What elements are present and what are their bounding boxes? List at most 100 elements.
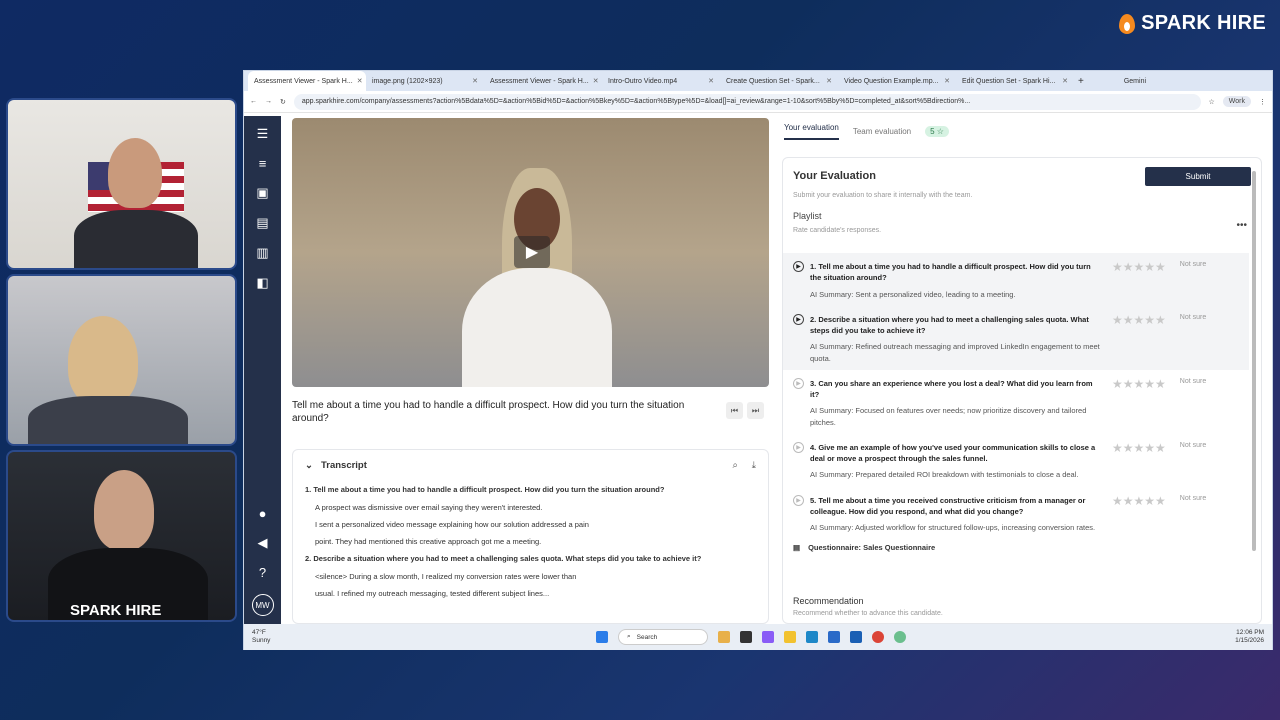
announcements-icon[interactable]: ◀ (258, 535, 268, 551)
participant-tile-1 (6, 98, 237, 270)
task-view-icon[interactable] (740, 631, 752, 643)
participant-body (74, 210, 198, 268)
next-icon[interactable]: ⏭ (747, 402, 764, 419)
star-rating[interactable]: ★★★★★ (1112, 260, 1166, 274)
search-icon[interactable]: ⌕ (732, 460, 737, 471)
edge-icon[interactable] (806, 631, 818, 643)
close-icon[interactable]: ✕ (944, 77, 950, 85)
playlist-item[interactable]: ▶ 3. Can you share an experience where y… (783, 370, 1249, 434)
not-sure-option[interactable]: Not sure (1180, 378, 1206, 428)
browser-tab[interactable]: image.png (1202×923) ✕ (366, 71, 484, 91)
hamburger-icon[interactable]: ☰ (257, 126, 269, 142)
outlook-icon[interactable] (850, 631, 862, 643)
transcript-line: I sent a personalized video message expl… (315, 520, 589, 529)
reload-icon[interactable]: ↻ (280, 98, 286, 106)
copilot-icon[interactable] (762, 631, 774, 643)
url-input[interactable]: app.sparkhire.com/company/assessments?ac… (293, 93, 1201, 110)
help-icon[interactable]: ? (259, 565, 266, 580)
participant-head (108, 138, 162, 208)
chrome-icon[interactable] (872, 631, 884, 643)
taskbar-search[interactable]: ⌕ Search (618, 629, 708, 645)
menu-icon[interactable]: ⋮ (1259, 98, 1266, 106)
windows-start-icon[interactable] (596, 631, 608, 643)
clock[interactable]: 12:06 PM 1/15/2026 (1235, 629, 1264, 645)
previous-icon[interactable]: ⏮ (726, 402, 743, 419)
not-sure-option[interactable]: Not sure (1180, 314, 1206, 364)
forward-icon[interactable]: → (265, 98, 272, 105)
new-tab-icon[interactable]: + (1078, 76, 1084, 87)
weather-widget[interactable]: 47°F Sunny (252, 629, 270, 645)
close-icon[interactable]: ✕ (593, 77, 599, 85)
transcript-title: Transcript (320, 460, 367, 471)
file-explorer-icon[interactable] (784, 631, 796, 643)
playlist-subtitle: Rate candidate's responses. (793, 227, 882, 234)
shirt-logo: SPARK HIRE (70, 602, 162, 619)
back-icon[interactable]: ← (250, 98, 257, 105)
document-icon: ▤ (793, 543, 801, 553)
participant-head (94, 470, 154, 550)
more-options-icon[interactable]: ••• (1236, 220, 1247, 231)
participant-head (68, 316, 138, 406)
participant-tile-2 (6, 274, 237, 446)
play-icon[interactable]: ▶ (793, 441, 804, 453)
chevron-down-icon[interactable]: ⌄ (305, 460, 313, 471)
question-nav: ⏮ ⏭ (726, 402, 764, 419)
participant-tile-3: SPARK HIRE (6, 450, 237, 622)
video-player[interactable]: ▶ (292, 118, 769, 387)
app-icon[interactable] (894, 631, 906, 643)
close-icon[interactable]: ✕ (826, 77, 832, 85)
browser-tab[interactable]: Intro-Outro Video.mp4 ✕ (602, 71, 720, 91)
browser-tab[interactable]: Edit Question Set - Spark Hi... ✕ (956, 71, 1074, 91)
browser-tab[interactable]: Assessment Viewer - Spark H... ✕ (484, 71, 602, 91)
close-icon[interactable]: ✕ (708, 77, 714, 85)
profile-button[interactable]: Work (1222, 96, 1251, 107)
transcript-header[interactable]: ⌄ Transcript ⌕ ⤓ (305, 460, 756, 471)
star-rating[interactable]: ★★★★★ (1112, 441, 1166, 455)
questionnaire-row[interactable]: ▤ Questionnaire: Sales Questionnaire (783, 539, 1249, 556)
play-icon[interactable]: ▶ (793, 494, 804, 506)
submit-button[interactable]: Submit (1145, 167, 1251, 186)
star-rating[interactable]: ★★★★★ (1112, 377, 1166, 391)
candidates-icon[interactable]: ≡ (259, 156, 267, 171)
team-count-badge: 5 ☆ (925, 126, 949, 137)
library-icon[interactable]: ◧ (256, 275, 268, 291)
not-sure-option[interactable]: Not sure (1180, 442, 1206, 481)
star-rating[interactable]: ★★★★★ (1112, 494, 1166, 508)
play-icon[interactable]: ▶ (514, 236, 550, 268)
star-icon[interactable]: ☆ (1209, 98, 1215, 106)
spark-icon[interactable]: ● (259, 506, 267, 521)
play-icon[interactable]: ▶ (793, 313, 804, 325)
close-icon[interactable]: ✕ (1062, 77, 1068, 85)
participant-body (28, 396, 188, 444)
playlist-item[interactable]: ▶ 4. Give me an example of how you've us… (783, 434, 1249, 487)
play-icon[interactable]: ▶ (793, 377, 804, 389)
store-icon[interactable] (828, 631, 840, 643)
tab-your-evaluation[interactable]: Your evaluation (784, 123, 839, 140)
folder-icon[interactable]: ▤ (256, 215, 268, 231)
search-icon: ⌕ (627, 633, 631, 640)
scrollbar[interactable] (1252, 171, 1256, 551)
close-icon[interactable]: ✕ (357, 77, 363, 85)
spark-hire-logo: SPARK HIRE (1119, 12, 1266, 35)
not-sure-option[interactable]: Not sure (1180, 495, 1206, 534)
widget-icon[interactable] (718, 631, 730, 643)
reports-icon[interactable]: ▥ (256, 245, 268, 261)
close-icon[interactable]: ✕ (472, 77, 478, 85)
playlist-item[interactable]: ▶ 2. Describe a situation where you had … (783, 305, 1249, 370)
browser-tab[interactable]: Create Question Set - Spark... ✕ (720, 71, 838, 91)
play-icon[interactable]: ▶ (793, 261, 804, 272)
jobs-icon[interactable]: ▣ (256, 185, 268, 201)
star-rating[interactable]: ★★★★★ (1112, 313, 1166, 327)
windows-taskbar: 47°F Sunny ⌕ Search 12:06 PM 1/15/2026 (244, 624, 1272, 650)
browser-tab[interactable]: Assessment Viewer - Spark H... ✕ (248, 71, 366, 91)
playlist-item[interactable]: ▶ 5. Tell me about a time you received c… (783, 487, 1249, 540)
recommendation-subtitle: Recommend whether to advance this candid… (793, 610, 943, 617)
transcript-question: 2. Describe a situation where you had to… (305, 554, 702, 563)
download-icon[interactable]: ⤓ (752, 460, 756, 471)
browser-tab[interactable]: Video Question Example.mp... ✕ (838, 71, 956, 91)
playlist-item[interactable]: ▶ 1. Tell me about a time you had to han… (783, 253, 1249, 306)
tab-team-evaluation[interactable]: Team evaluation (853, 127, 911, 136)
gemini-button[interactable]: Gemini (1124, 78, 1146, 85)
not-sure-option[interactable]: Not sure (1180, 261, 1206, 300)
avatar[interactable]: MW (251, 594, 274, 616)
